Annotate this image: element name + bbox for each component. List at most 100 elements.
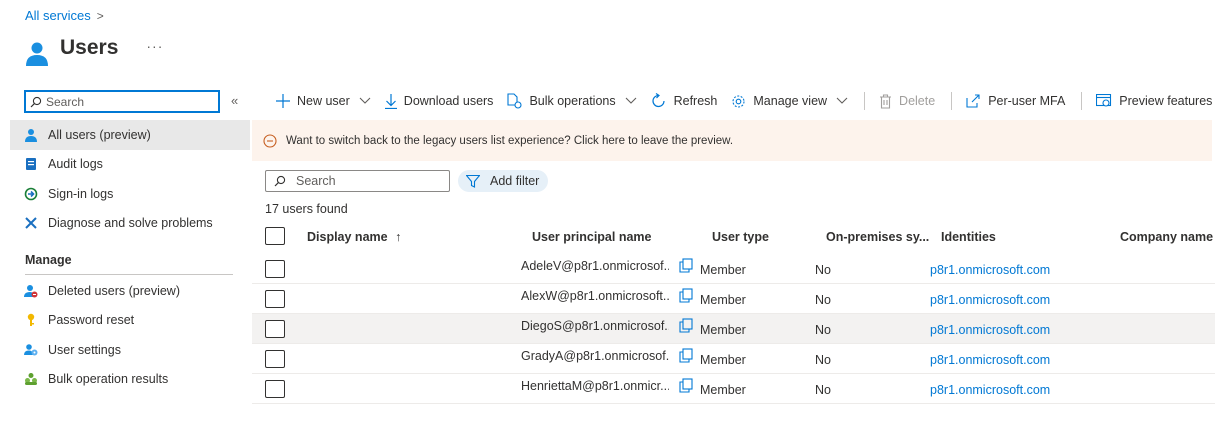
plus-icon [276,94,290,108]
delete-button[interactable]: Delete [879,93,936,109]
toolbar-separator [1081,92,1083,110]
wrench-icon [24,216,38,230]
bulk-operations-button[interactable]: Bulk operations [507,93,636,109]
cell-identity-link[interactable]: p8r1.onmicrosoft.com [930,383,1050,397]
sidebar-item-deleted-users[interactable]: Deleted users (preview) [10,276,250,306]
row-checkbox[interactable] [265,320,285,338]
per-user-mfa-label: Per-user MFA [988,94,1066,108]
sidebar-item-diagnose[interactable]: Diagnose and solve problems [10,208,250,238]
cell-user-type: Member [700,353,746,367]
sidebar-item-sign-in-logs[interactable]: Sign-in logs [10,179,250,209]
download-icon [384,93,397,109]
per-user-mfa-button[interactable]: Per-user MFA [966,94,1065,108]
preview-features-button[interactable]: Preview features [1096,94,1212,108]
cell-identity-link[interactable]: p8r1.onmicrosoft.com [930,263,1050,277]
users-icon [24,32,52,68]
chevron-down-icon [836,97,848,104]
select-all-checkbox[interactable] [265,227,285,245]
download-users-label: Download users [403,94,494,108]
sort-ascending-icon: ↑ [395,230,402,244]
breadcrumb-all-services-link[interactable]: All services [25,8,91,23]
cell-on-premises: No [815,263,831,277]
new-user-label: New user [297,94,350,108]
table-row[interactable]: AdeleV@p8r1.onmicrosof... Member No p8r1… [252,254,1215,284]
info-minus-icon [263,133,277,148]
cell-upn: HenriettaM@p8r1.onmicr... [521,379,669,393]
cell-user-type: Member [700,323,746,337]
add-filter-label: Add filter [490,174,540,188]
results-count: 17 users found [265,202,348,216]
sidebar-item-bulk-operation-results[interactable]: Bulk operation results [10,364,250,394]
column-display-name[interactable]: Display name ↑ [307,230,401,244]
search-icon [30,96,42,107]
table-row[interactable]: GradyA@p8r1.onmicrosof... Member No p8r1… [252,344,1215,374]
users-search-input[interactable] [296,174,436,188]
sidebar-item-password-reset[interactable]: Password reset [10,305,250,335]
cell-user-type: Member [700,293,746,307]
toolbar-separator [864,92,866,110]
column-company-name[interactable]: Company name [1120,230,1213,244]
sidebar-section-manage: Manage [25,253,72,267]
refresh-button[interactable]: Refresh [651,93,717,109]
cell-user-type: Member [700,263,746,277]
cell-on-premises: No [815,323,831,337]
sidebar-item-label: Password reset [48,313,135,327]
copy-icon[interactable] [679,258,693,276]
copy-icon[interactable] [679,378,693,396]
users-table: Display name ↑ User principal name User … [252,222,1215,404]
trash-icon [880,93,892,109]
column-identities[interactable]: Identities [941,230,996,244]
legacy-switch-banner[interactable]: Want to switch back to the legacy users … [252,120,1212,161]
table-row[interactable]: AlexW@p8r1.onmicrosoft... Member No p8r1… [252,284,1215,314]
row-checkbox[interactable] [265,260,285,278]
sidebar-item-user-settings[interactable]: User settings [10,335,250,365]
cell-on-premises: No [815,353,831,367]
cell-upn: GradyA@p8r1.onmicrosof... [521,349,669,363]
column-user-type[interactable]: User type [712,230,769,244]
toolbar-separator [951,92,953,110]
command-bar: New user Download users Bulk operations … [276,90,1215,112]
deleted-user-icon [24,284,38,298]
sidebar-divider [25,274,233,275]
column-upn[interactable]: User principal name [532,230,652,244]
page-title: Users [60,36,119,59]
delete-label: Delete [899,94,936,108]
sidebar-item-label: Audit logs [48,157,103,171]
cell-identity-link[interactable]: p8r1.onmicrosoft.com [930,323,1050,337]
bulk-file-icon [507,93,522,109]
new-user-button[interactable]: New user [276,94,371,108]
table-row[interactable]: HenriettaM@p8r1.onmicr... Member No p8r1… [252,374,1215,404]
copy-icon[interactable] [679,318,693,336]
table-row[interactable]: DiegoS@p8r1.onmicrosof... Member No p8r1… [252,314,1215,344]
sidebar-search[interactable] [24,90,220,113]
cell-user-type: Member [700,383,746,397]
cell-identity-link[interactable]: p8r1.onmicrosoft.com [930,353,1050,367]
manage-view-button[interactable]: Manage view [731,94,848,109]
audit-log-icon [24,157,38,171]
collapse-sidebar-button[interactable]: « [231,93,238,108]
banner-text: Want to switch back to the legacy users … [286,134,734,147]
add-filter-button[interactable]: Add filter [458,170,548,192]
copy-icon[interactable] [679,348,693,366]
row-checkbox[interactable] [265,290,285,308]
table-header: Display name ↑ User principal name User … [252,222,1215,254]
sidebar-item-audit-logs[interactable]: Audit logs [10,149,250,179]
column-on-premises[interactable]: On-premises sy... [826,230,929,244]
chevron-down-icon [359,97,371,104]
search-icon [274,175,286,187]
sidebar-item-all-users[interactable]: All users (preview) [10,120,250,150]
user-icon [24,128,38,142]
more-options-button[interactable]: ··· [146,38,163,54]
sidebar-search-input[interactable] [46,94,206,109]
users-search[interactable] [265,170,450,192]
download-users-button[interactable]: Download users [384,93,494,109]
cell-upn: AdeleV@p8r1.onmicrosof... [521,259,669,273]
breadcrumb-separator: > [96,8,104,23]
cell-on-premises: No [815,293,831,307]
copy-icon[interactable] [679,288,693,306]
filter-icon [466,174,480,188]
cell-identity-link[interactable]: p8r1.onmicrosoft.com [930,293,1050,307]
row-checkbox[interactable] [265,350,285,368]
group-icon [24,372,38,386]
row-checkbox[interactable] [265,380,285,398]
